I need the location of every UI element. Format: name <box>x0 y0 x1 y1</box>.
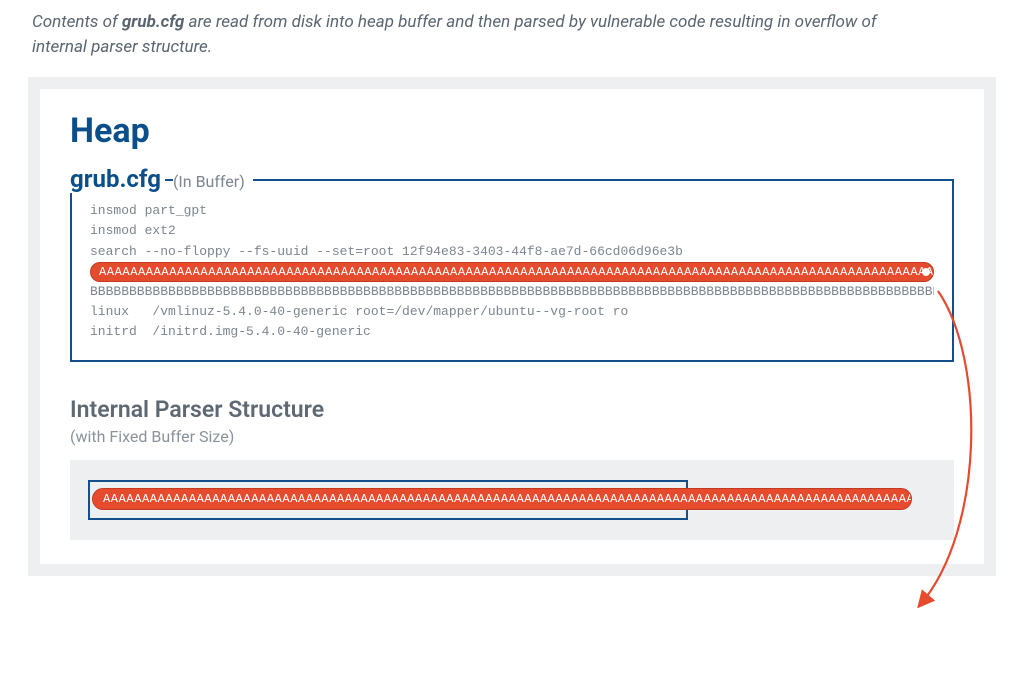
code-line: insmod part_gpt <box>90 201 934 221</box>
inner-panel: Heap grub.cfg (In Buffer) insmod part_gp… <box>40 89 984 564</box>
code-line: insmod ext2 <box>90 221 934 241</box>
overflow-text: AAAAAAAAAAAAAAAAAAAAAAAAAAAAAAAAAAAAAAAA… <box>99 265 934 279</box>
overflow-payload-upper: AAAAAAAAAAAAAAAAAAAAAAAAAAAAAAAAAAAAAAAA… <box>90 262 934 282</box>
overflow-wrap: AAAAAAAAAAAAAAAAAAAAAAAAAAAAAAAAAAAAAAAA… <box>92 488 912 510</box>
connection-dot-icon <box>922 268 930 276</box>
heap-title: Heap <box>70 111 954 151</box>
caption-filename: grub.cfg <box>122 12 184 32</box>
code-line: initrd /initrd.img-5.4.0-40-generic <box>90 322 934 342</box>
heap-buffer-box: insmod part_gpt insmod ext2 search --no-… <box>70 179 954 362</box>
parser-subtitle: (with Fixed Buffer Size) <box>70 427 954 446</box>
caption-text: Contents of grub.cfg are read from disk … <box>0 0 960 77</box>
code-line: search --no-floppy --fs-uuid --set=root … <box>90 242 934 262</box>
grub-subtitle: (In Buffer) <box>173 172 253 191</box>
grub-header: grub.cfg (In Buffer) <box>70 165 954 193</box>
overflow-payload-lower: AAAAAAAAAAAAAAAAAAAAAAAAAAAAAAAAAAAAAAAA… <box>92 488 912 510</box>
outer-panel: Heap grub.cfg (In Buffer) insmod part_gp… <box>28 77 996 576</box>
parser-title: Internal Parser Structure <box>70 396 954 423</box>
code-line: linux /vmlinuz-5.4.0-40-generic root=/de… <box>90 302 934 322</box>
parser-panel: AAAAAAAAAAAAAAAAAAAAAAAAAAAAAAAAAAAAAAAA… <box>70 460 954 540</box>
code-line: BBBBBBBBBBBBBBBBBBBBBBBBBBBBBBBBBBBBBBBB… <box>90 282 934 302</box>
caption-prefix: Contents of <box>32 12 122 32</box>
grub-filename: grub.cfg <box>70 165 165 193</box>
